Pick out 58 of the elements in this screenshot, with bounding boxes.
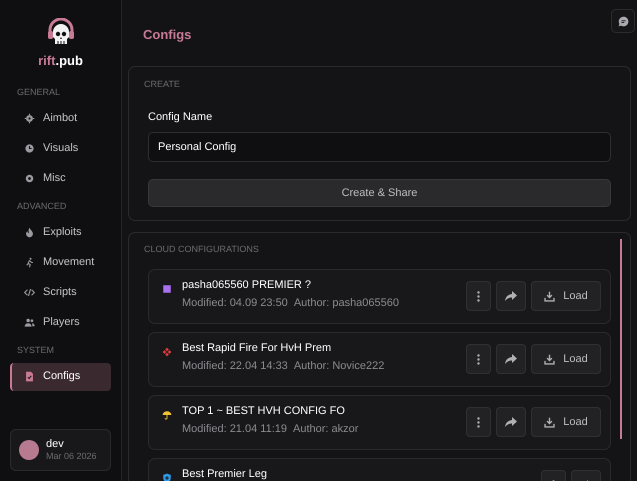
nav-item[interactable]: Configs	[10, 362, 111, 390]
section-heading: ADVANCED	[16, 200, 68, 213]
flame-icon	[24, 227, 35, 238]
load-button[interactable]: Load	[531, 281, 601, 311]
config-name: Best Rapid Fire For HvH Prem	[182, 342, 332, 354]
section-heading: GENERAL	[16, 86, 62, 99]
more-button[interactable]	[466, 344, 491, 374]
config-name: Best Premier Leg	[182, 468, 268, 480]
share-button[interactable]	[496, 344, 526, 374]
brand-name: rift.pub	[38, 52, 83, 70]
section-heading: CREATE	[144, 78, 181, 91]
download-icon	[544, 290, 556, 302]
avatar	[19, 440, 39, 460]
chat-button[interactable]	[611, 9, 635, 33]
more-button[interactable]	[466, 407, 491, 437]
nav-item[interactable]: Misc	[10, 164, 111, 192]
vertical-dots-icon	[477, 354, 480, 364]
chat-icon	[618, 16, 628, 26]
nav-item[interactable]: Movement	[10, 248, 111, 276]
config-name: TOP 1 ~ BEST HVH CONFIG FO	[182, 404, 346, 416]
vertical-dots-icon	[477, 416, 480, 428]
clock-icon	[24, 143, 35, 154]
user-name: dev	[46, 438, 65, 452]
page-title: Configs	[142, 26, 192, 43]
author: Author: pasha065560	[294, 296, 400, 310]
section-heading: CLOUD CONFIGURATIONS	[144, 243, 260, 256]
crosshair-icon	[24, 113, 35, 124]
more-button[interactable]	[466, 281, 491, 311]
create-share-button[interactable]: Create & Share	[148, 179, 611, 207]
document-check-icon	[24, 371, 35, 382]
share-arrow-icon	[505, 354, 517, 364]
user-date: Mar 06 2026	[46, 451, 97, 462]
modified-date: Modified: 21.04 11:19	[182, 422, 287, 436]
nav-item[interactable]: Exploits	[10, 218, 111, 246]
share-arrow-icon	[505, 291, 517, 301]
nav-item[interactable]: Scripts	[10, 278, 111, 306]
field-label: Config Name	[148, 110, 214, 124]
author: Author: Novice222	[294, 358, 384, 374]
config-name: pasha065560 PREMIER ?	[182, 278, 312, 290]
share-button[interactable]	[496, 281, 526, 311]
code-icon	[24, 287, 35, 298]
config-name-field[interactable]: Personal Config	[148, 132, 611, 162]
author: Author: akzor	[292, 422, 358, 436]
section-heading: SYSTEM	[16, 344, 56, 357]
modified-date: Modified: 22.04 14:33	[182, 358, 288, 374]
load-button[interactable]: Load	[531, 344, 601, 374]
load-button[interactable]: Load	[531, 407, 601, 437]
share-button[interactable]	[496, 407, 526, 437]
running-person-icon	[24, 257, 35, 268]
share-arrow-icon	[505, 417, 517, 427]
modified-date: Modified: 04.09 23:50	[182, 296, 288, 310]
download-icon	[544, 416, 556, 428]
nav-item[interactable]: Visuals	[10, 134, 111, 162]
vertical-dots-icon	[477, 290, 480, 302]
users-icon	[24, 317, 35, 328]
download-icon	[544, 354, 556, 364]
nav-item[interactable]: Players	[10, 308, 111, 336]
nav-item[interactable]: Aimbot	[10, 104, 111, 132]
